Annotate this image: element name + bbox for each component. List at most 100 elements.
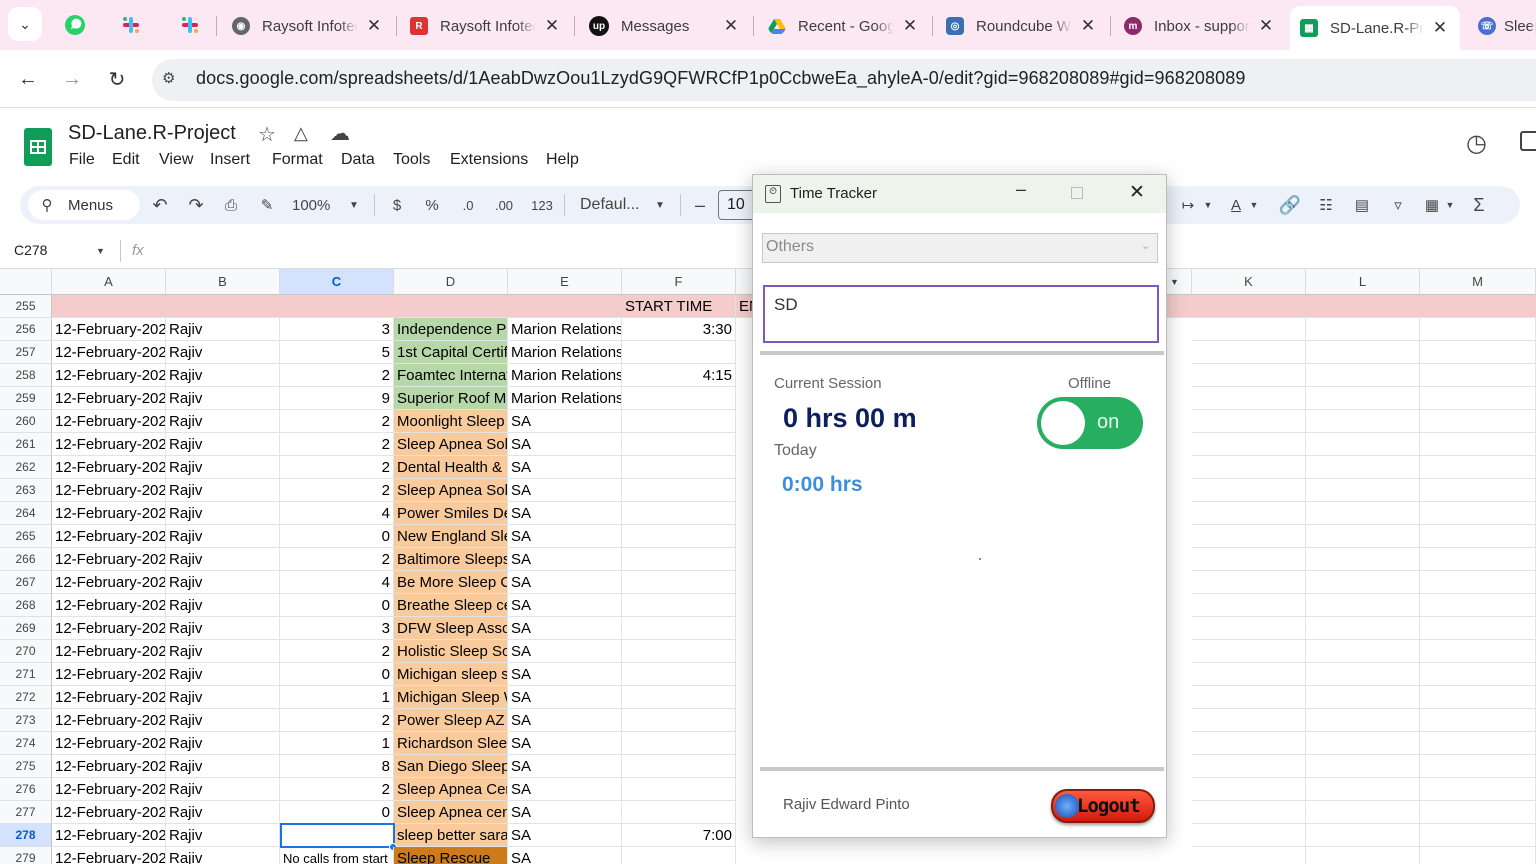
empty-cell[interactable] <box>1306 617 1420 640</box>
cell-category[interactable]: Marion Relationship <box>508 341 622 364</box>
chevron-down-icon[interactable]: ▼ <box>96 246 105 256</box>
cell-name[interactable]: Rajiv <box>166 778 280 801</box>
cell-date[interactable]: 12-February-2025 <box>52 410 166 433</box>
cell-category[interactable]: SA <box>508 824 622 847</box>
row-header[interactable]: 260 <box>0 410 52 433</box>
row-header[interactable]: 277 <box>0 801 52 824</box>
cell-date[interactable]: 12-February-2025 <box>52 824 166 847</box>
empty-cell[interactable] <box>1192 755 1306 778</box>
close-icon[interactable]: ✕ <box>1256 16 1276 36</box>
close-icon[interactable]: ✕ <box>542 16 562 36</box>
empty-cell[interactable] <box>1420 502 1536 525</box>
cell-date[interactable]: 12-February-2025 <box>52 847 166 864</box>
cell-calls[interactable]: No calls from start <box>280 847 394 864</box>
row-header[interactable]: 257 <box>0 341 52 364</box>
empty-cell[interactable] <box>1306 456 1420 479</box>
cell-name[interactable]: Rajiv <box>166 548 280 571</box>
cell-date[interactable]: 12-February-2025 <box>52 801 166 824</box>
row-header[interactable]: 256 <box>0 318 52 341</box>
cell-start-time[interactable]: 3:30 <box>622 318 736 341</box>
cell-name[interactable]: Rajiv <box>166 824 280 847</box>
close-icon[interactable]: ✕ <box>364 16 384 36</box>
row-header[interactable]: 271 <box>0 663 52 686</box>
cell-start-time[interactable] <box>622 732 736 755</box>
print-icon[interactable]: ⎙ <box>218 193 244 217</box>
cell-start-time[interactable] <box>622 663 736 686</box>
cell-date[interactable]: 12-February-2025 <box>52 502 166 525</box>
row-header[interactable]: 274 <box>0 732 52 755</box>
tab-raysoft-2[interactable]: R Raysoft Infotech ✕ <box>410 6 562 46</box>
empty-cell[interactable] <box>1306 778 1420 801</box>
chevron-down-icon[interactable]: ▼ <box>652 193 668 217</box>
empty-cell[interactable] <box>1192 824 1306 847</box>
row-header[interactable]: 275 <box>0 755 52 778</box>
cell-name[interactable]: Rajiv <box>166 433 280 456</box>
name-box[interactable]: C278 <box>14 242 47 258</box>
cell-start-time[interactable] <box>622 387 736 410</box>
cell-calls[interactable]: 3 <box>280 318 394 341</box>
currency-button[interactable]: $ <box>388 193 406 217</box>
cell-category[interactable]: SA <box>508 456 622 479</box>
cell-name[interactable]: Rajiv <box>166 502 280 525</box>
tab-inbox[interactable]: m Inbox - support ✕ <box>1124 6 1276 46</box>
menu-view[interactable]: View <box>159 151 193 169</box>
cell-category[interactable]: Marion Relationship <box>508 318 622 341</box>
row-header[interactable]: 255 <box>0 295 52 318</box>
logout-button[interactable]: Logout <box>1051 789 1155 823</box>
cell-name[interactable]: Rajiv <box>166 663 280 686</box>
empty-cell[interactable] <box>1192 364 1306 387</box>
cell-start-time[interactable] <box>622 410 736 433</box>
cell-start-time[interactable] <box>622 640 736 663</box>
close-icon[interactable]: ✕ <box>721 16 741 36</box>
task-note-input[interactable] <box>763 285 1159 343</box>
empty-cell[interactable] <box>1192 410 1306 433</box>
cell-start-time[interactable] <box>622 433 736 456</box>
text-rotation-icon[interactable]: ↦ <box>1178 193 1198 217</box>
cell-name[interactable]: Rajiv <box>166 847 280 864</box>
empty-cell[interactable] <box>1192 341 1306 364</box>
empty-cell[interactable] <box>1192 479 1306 502</box>
cell-business[interactable]: Michigan Sleep Wellness <box>394 686 508 709</box>
column-header-b[interactable]: B <box>166 269 280 295</box>
cell-calls[interactable]: 4 <box>280 571 394 594</box>
cell-name[interactable]: Rajiv <box>166 318 280 341</box>
cell-date[interactable]: 12-February-2025 <box>52 709 166 732</box>
maximize-button[interactable] <box>1071 187 1083 199</box>
empty-cell[interactable] <box>1192 387 1306 410</box>
empty-cell[interactable] <box>1420 732 1536 755</box>
empty-cell[interactable] <box>1420 410 1536 433</box>
empty-cell[interactable] <box>1420 433 1536 456</box>
row-header[interactable]: 262 <box>0 456 52 479</box>
comment-icon[interactable]: ☷ <box>1314 193 1338 217</box>
cell-calls[interactable]: 2 <box>280 456 394 479</box>
cell-calls[interactable]: 0 <box>280 594 394 617</box>
cell-name[interactable]: Rajiv <box>166 640 280 663</box>
cell-start-time[interactable] <box>622 479 736 502</box>
empty-cell[interactable] <box>1306 847 1420 864</box>
project-select[interactable] <box>762 233 1158 263</box>
cell-start-time[interactable] <box>622 571 736 594</box>
empty-cell[interactable] <box>1420 341 1536 364</box>
cell-business[interactable]: Power Smiles Dental <box>394 502 508 525</box>
row-header[interactable]: 258 <box>0 364 52 387</box>
cell-name[interactable]: Rajiv <box>166 617 280 640</box>
cell-business[interactable]: Be More Sleep Center <box>394 571 508 594</box>
more-formats-button[interactable]: 123 <box>528 193 556 217</box>
tab-sheets-active[interactable]: ▦ SD-Lane.R-Project ✕ <box>1290 6 1460 50</box>
empty-cell[interactable] <box>1420 755 1536 778</box>
cell-business[interactable]: Richardson Sleep <box>394 732 508 755</box>
chevron-down-icon[interactable]: ▼ <box>1444 193 1456 217</box>
column-header-k[interactable]: K <box>1192 269 1306 295</box>
empty-cell[interactable] <box>1306 364 1420 387</box>
empty-cell[interactable] <box>1306 709 1420 732</box>
cell-calls[interactable]: 2 <box>280 479 394 502</box>
cell-calls[interactable]: 4 <box>280 502 394 525</box>
start-time-header[interactable]: START TIME <box>622 295 736 318</box>
cell-date[interactable]: 12-February-2025 <box>52 617 166 640</box>
cell-calls[interactable]: 5 <box>280 341 394 364</box>
cell-category[interactable]: SA <box>508 709 622 732</box>
pinned-tab-slack-1[interactable] <box>116 10 146 40</box>
row-header[interactable]: 268 <box>0 594 52 617</box>
cell-date[interactable]: 12-February-2025 <box>52 364 166 387</box>
cell-start-time[interactable] <box>622 594 736 617</box>
